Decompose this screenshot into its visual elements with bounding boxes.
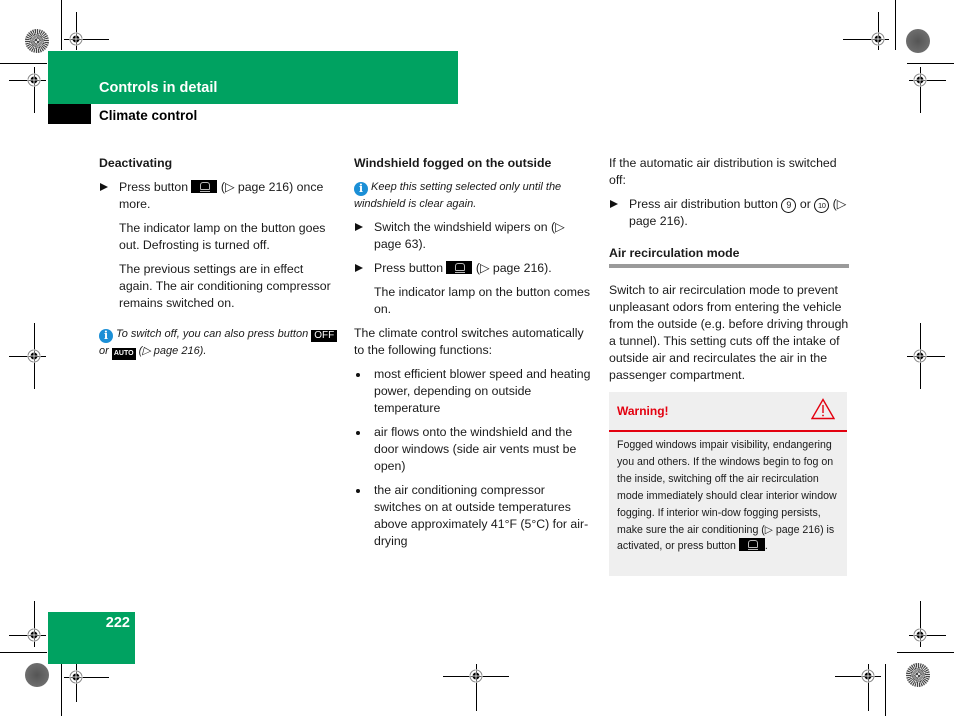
info-note: i To switch off, you can also press butto… [99,326,339,360]
warning-header: Warning! [609,392,847,432]
list-item: most efficient blower speed and heating … [354,366,594,417]
info-note: i Keep this setting selected only until t… [354,181,562,210]
section-tab-marker [48,104,91,124]
step-press-defrost: Press button (▷ page 216). [354,260,594,277]
registration-target-icon [871,32,885,46]
triangle-right-icon [355,264,363,272]
triangle-right-icon [100,183,108,191]
section-title: Controls in detail [99,80,218,96]
registration-target-icon [861,669,875,683]
auto-button-icon: AUTO [111,348,136,360]
heading-windshield-fogged: Windshield fogged on the outside [354,156,552,170]
triangle-right-icon [355,223,363,231]
step-wipers: Switch the windshield wipers on (▷ page … [354,219,594,253]
color-rosette-icon [25,29,49,53]
registration-target-icon [913,73,927,87]
triangle-right-icon [610,200,618,208]
bullet-icon [356,489,360,493]
registration-target-icon [469,669,483,683]
list-item: the air conditioning compressor switches… [354,482,594,550]
list-item: air flows onto the windshield and the do… [354,424,594,475]
paragraph: The indicator lamp on the button goes ou… [119,221,326,252]
step-press-defrost: Press button (▷ page 216) once more. [99,179,339,213]
warning-box: Warning! Fogged windows impair visibilit… [609,392,847,576]
column-2: Windshield fogged on the outside i Keep t… [354,155,594,557]
registration-target-icon [69,670,83,684]
paragraph: The climate control switches automatical… [354,326,584,357]
registration-target-icon [27,349,41,363]
info-icon: i [354,182,368,196]
color-rosette-icon [906,29,930,53]
column-1: Deactivating Press button (▷ page 216) o… [99,155,339,367]
section-header-bar [48,51,458,104]
circled-number-icon: 9 [781,198,797,213]
step-air-distribution: Press air distribution button 9 or 10 (▷… [609,196,849,230]
registration-target-icon [913,349,927,363]
off-button-icon: OFF [311,330,338,342]
heading-deactivating: Deactivating [99,156,173,170]
info-icon: i [99,329,113,343]
registration-target-icon [27,628,41,642]
column-3: If the automatic air distribution is swi… [609,155,849,391]
warning-triangle-icon [811,398,835,420]
paragraph: The previous settings are in effect agai… [119,262,331,310]
registration-target-icon [69,32,83,46]
paragraph: Switch to air recirculation mode to prev… [609,283,849,382]
color-rosette-icon [906,663,930,687]
defrost-button-icon [446,261,473,274]
warning-text: Fogged windows impair visibility, endang… [617,439,837,553]
bullet-icon [356,373,360,377]
circled-number-icon: 10 [814,198,830,213]
defrost-button-icon [738,538,765,552]
page-number: 222 [105,615,130,631]
subsection-title: Climate control [99,108,198,123]
paragraph: The indicator lamp on the button comes o… [374,285,591,316]
registration-target-icon [27,73,41,87]
bullet-icon [356,431,360,435]
heading-air-recirculation: Air recirculation mode [609,245,849,268]
warning-title: Warning! [617,404,669,418]
paragraph: If the automatic air distribution is swi… [609,156,837,187]
color-rosette-icon [25,663,49,687]
page-number-box: 222 [48,612,135,664]
registration-target-icon [913,628,927,642]
defrost-button-icon [191,180,218,193]
